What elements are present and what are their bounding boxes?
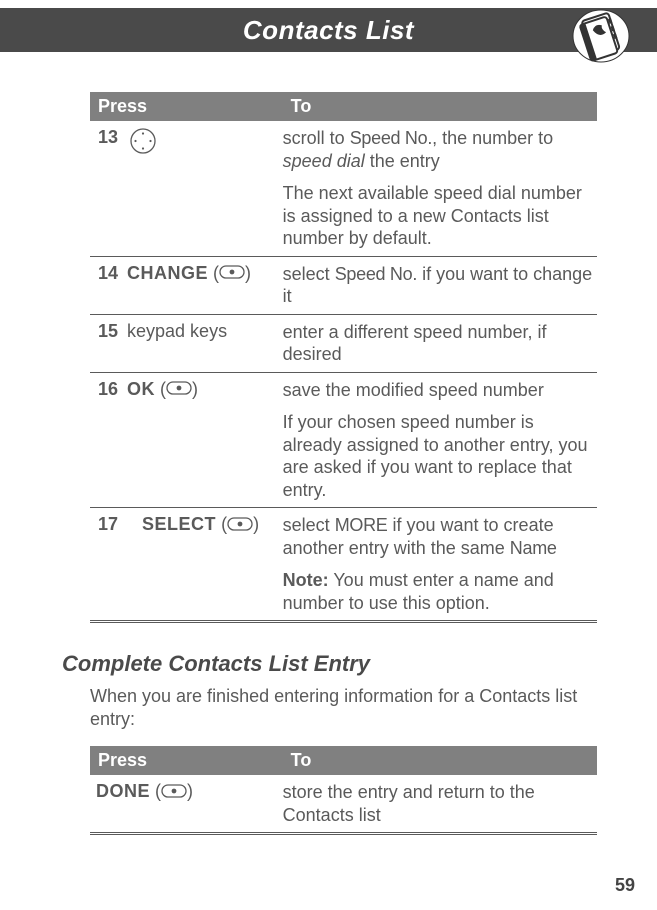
- section-paragraph: When you are finished entering informati…: [90, 685, 597, 730]
- steps-table-2: Press To DONE () store the entry and ret…: [90, 746, 597, 835]
- table-row: 14 CHANGE () select Speed No. if you wan…: [90, 257, 597, 315]
- content-area: Press To 13 scroll to Spe: [0, 52, 657, 855]
- step-desc: enter a different speed number, if desir…: [283, 321, 593, 366]
- close-paren: ): [187, 781, 193, 801]
- close-paren: ): [245, 263, 251, 283]
- col-head-press: Press: [90, 92, 283, 121]
- page-title: Contacts List: [243, 15, 414, 46]
- header-bar: Contacts List: [0, 8, 657, 52]
- col-head-to: To: [283, 746, 597, 775]
- step-desc: If your chosen speed number is already a…: [283, 411, 593, 501]
- close-paren: ): [192, 379, 198, 399]
- col-head-to: To: [283, 92, 597, 121]
- table-row: 16 OK () save the modified speed number …: [90, 373, 597, 508]
- softkey-icon: [219, 263, 245, 284]
- table-header-row: Press To: [90, 92, 597, 121]
- press-text: keypad keys: [127, 321, 227, 341]
- table-row: 13 scroll to Speed No., the number to sp…: [90, 121, 597, 256]
- step-desc: select MORE if you want to create anothe…: [283, 514, 593, 559]
- table-header-row: Press To: [90, 746, 597, 775]
- softkey-icon: [166, 379, 192, 400]
- table-row: 17 SELECT () select MORE if you want to …: [90, 508, 597, 622]
- table-row: 15 keypad keys enter a different speed n…: [90, 315, 597, 373]
- step-desc: select Speed No. if you want to change i…: [283, 263, 593, 308]
- softkey-icon: [161, 782, 187, 803]
- step-number: 13: [90, 127, 118, 148]
- step-note: Note: You must enter a name and number t…: [283, 569, 593, 614]
- softkey-label: SELECT: [142, 514, 216, 534]
- section-heading: Complete Contacts List Entry: [62, 651, 597, 677]
- step-desc: The next available speed dial number is …: [283, 182, 593, 250]
- softkey-label: DONE: [96, 781, 150, 801]
- nav-key-icon: [129, 127, 157, 160]
- step-number: 15: [90, 321, 118, 342]
- softkey-icon: [227, 515, 253, 536]
- softkey-label: CHANGE: [127, 263, 208, 283]
- step-number: 17: [90, 514, 118, 535]
- steps-table-1: Press To 13 scroll to Spe: [90, 92, 597, 623]
- page-number: 59: [615, 875, 635, 896]
- contacts-book-icon: [569, 2, 633, 66]
- softkey-label: OK: [127, 379, 155, 399]
- step-number: 14: [90, 263, 118, 284]
- col-head-press: Press: [90, 746, 283, 775]
- step-number: 16: [90, 379, 118, 400]
- step-desc: scroll to Speed No., the number to speed…: [283, 127, 593, 172]
- table-row: DONE () store the entry and return to th…: [90, 775, 597, 834]
- close-paren: ): [253, 514, 259, 534]
- step-desc: save the modified speed number: [283, 379, 593, 402]
- step-desc: store the entry and return to the Contac…: [283, 781, 593, 826]
